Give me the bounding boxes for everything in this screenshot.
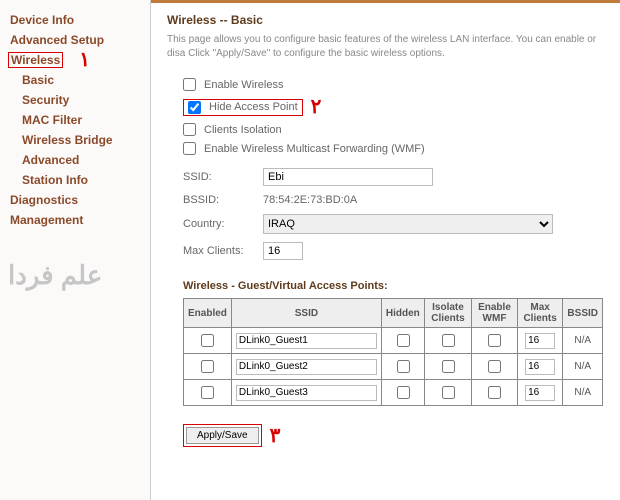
max-clients-label: Max Clients:: [183, 245, 263, 257]
nav-wireless-bridge[interactable]: Wireless Bridge: [8, 130, 142, 150]
th-bssid: BSSID: [563, 299, 603, 328]
th-ssid: SSID: [231, 299, 381, 328]
nav-basic[interactable]: Basic: [8, 70, 142, 90]
ssid-input[interactable]: [263, 168, 433, 186]
nav-advanced[interactable]: Advanced: [8, 150, 142, 170]
page-title: Wireless -- Basic: [167, 13, 608, 27]
enable-wmf-checkbox[interactable]: [183, 142, 196, 155]
vap-row: N/A: [184, 328, 603, 354]
vap-wmf-checkbox[interactable]: [488, 360, 501, 373]
country-select[interactable]: IRAQ: [263, 214, 553, 234]
bssid-label: BSSID:: [183, 194, 263, 206]
enable-wireless-label: Enable Wireless: [204, 79, 283, 91]
vap-isolate-checkbox[interactable]: [442, 386, 455, 399]
vap-table: Enabled SSID Hidden Isolate Clients Enab…: [183, 298, 603, 406]
th-isolate: Isolate Clients: [424, 299, 471, 328]
page-description: This page allows you to configure basic …: [167, 33, 608, 61]
nav-device-info[interactable]: Device Info: [8, 10, 142, 30]
apply-save-button[interactable]: Apply/Save: [186, 427, 259, 444]
annotation-3: ۳: [270, 426, 281, 446]
th-max: Max Clients: [517, 299, 563, 328]
vap-row: N/A: [184, 380, 603, 406]
vap-row: N/A: [184, 354, 603, 380]
vap-max-input[interactable]: [525, 333, 555, 349]
vap-ssid-input[interactable]: [236, 359, 377, 375]
annotation-1-wrap: Wireless ۱: [8, 50, 142, 70]
vap-hidden-checkbox[interactable]: [397, 386, 410, 399]
vap-ssid-input[interactable]: [236, 385, 377, 401]
vap-isolate-checkbox[interactable]: [442, 360, 455, 373]
vap-enabled-checkbox[interactable]: [201, 360, 214, 373]
nav-station-info[interactable]: Station Info: [8, 170, 142, 190]
hide-ap-checkbox[interactable]: [188, 101, 201, 114]
enable-wireless-checkbox[interactable]: [183, 78, 196, 91]
enable-wmf-label: Enable Wireless Multicast Forwarding (WM…: [204, 143, 425, 155]
vap-max-input[interactable]: [525, 385, 555, 401]
vap-ssid-input[interactable]: [236, 333, 377, 349]
nav-management[interactable]: Management: [8, 210, 142, 230]
vap-bssid: N/A: [563, 328, 603, 354]
vap-max-input[interactable]: [525, 359, 555, 375]
vap-enabled-checkbox[interactable]: [201, 386, 214, 399]
main-content: Wireless -- Basic This page allows you t…: [151, 0, 620, 500]
nav-mac-filter[interactable]: MAC Filter: [8, 110, 142, 130]
country-label: Country:: [183, 218, 263, 230]
vap-isolate-checkbox[interactable]: [442, 334, 455, 347]
hide-ap-label: Hide Access Point: [209, 101, 298, 113]
annotation-2: ۲: [311, 97, 322, 117]
annotation-1: ۱: [79, 50, 90, 70]
vap-enabled-checkbox[interactable]: [201, 334, 214, 347]
bssid-value: 78:54:2E:73:BD:0A: [263, 194, 357, 206]
clients-isolation-checkbox[interactable]: [183, 123, 196, 136]
vap-section-title: Wireless - Guest/Virtual Access Points:: [183, 280, 608, 292]
nav-security[interactable]: Security: [8, 90, 142, 110]
vap-hidden-checkbox[interactable]: [397, 360, 410, 373]
nav-diagnostics[interactable]: Diagnostics: [8, 190, 142, 210]
nav-wireless[interactable]: Wireless: [11, 53, 60, 67]
max-clients-input[interactable]: [263, 242, 303, 260]
th-hidden: Hidden: [381, 299, 424, 328]
vap-hidden-checkbox[interactable]: [397, 334, 410, 347]
vap-bssid: N/A: [563, 380, 603, 406]
nav-advanced-setup[interactable]: Advanced Setup: [8, 30, 142, 50]
clients-isolation-label: Clients Isolation: [204, 124, 282, 136]
th-wmf: Enable WMF: [472, 299, 518, 328]
vap-wmf-checkbox[interactable]: [488, 386, 501, 399]
vap-wmf-checkbox[interactable]: [488, 334, 501, 347]
watermark: علم فردا: [8, 260, 142, 291]
ssid-label: SSID:: [183, 171, 263, 183]
th-enabled: Enabled: [184, 299, 232, 328]
sidebar: Device Info Advanced Setup Wireless ۱ Ba…: [0, 0, 150, 500]
vap-bssid: N/A: [563, 354, 603, 380]
